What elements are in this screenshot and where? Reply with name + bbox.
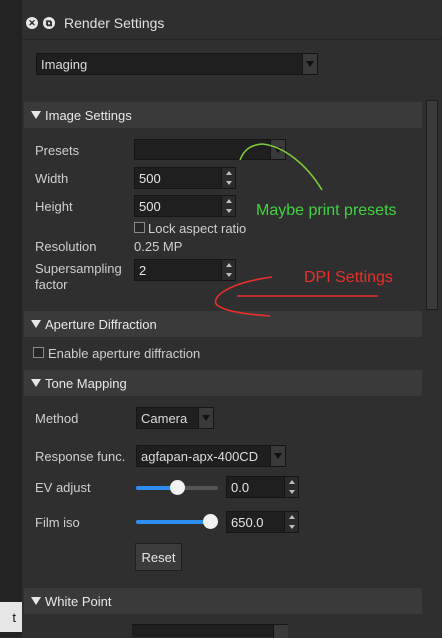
collapse-triangle-icon [31,111,41,119]
chevron-down-icon [270,140,285,159]
method-label: Method [35,411,79,426]
width-label: Width [35,171,69,186]
lock-aspect-label[interactable]: Lock aspect ratio [148,221,246,236]
height-spinbox[interactable]: 500 [134,195,236,217]
slider-fill [136,520,210,524]
presets-annotation-note: Maybe print presets [256,202,397,219]
collapse-triangle-icon [31,597,41,605]
supersampling-label-line2: factor [35,277,68,292]
response-func-select[interactable]: agfapan-apx-400CD [136,445,286,467]
film-iso-slider[interactable] [136,514,218,529]
method-select[interactable]: Camera [136,407,214,429]
supersampling-spinbox[interactable]: 2 [134,259,236,281]
width-spinbox[interactable]: 500 [134,167,236,189]
ev-adjust-value: 0.0 [231,479,250,495]
section-title: White Point [45,593,112,609]
response-func-label: Response func. [35,449,126,464]
window-title: Render Settings [64,15,165,31]
section-aperture-diffraction[interactable]: Aperture Diffraction [24,311,422,337]
resolution-label: Resolution [35,239,97,254]
film-iso-label: Film iso [35,515,80,530]
lock-aspect-checkbox[interactable] [134,222,145,233]
section-title: Aperture Diffraction [45,316,157,332]
mode-select-value: Imaging [41,56,88,72]
section-image-settings[interactable]: Image Settings [24,102,422,128]
section-title: Image Settings [45,107,132,123]
background-window-strip [0,0,22,637]
height-label: Height [35,199,73,214]
spin-arrows-icon[interactable] [221,196,235,216]
close-icon[interactable]: ✕ [26,17,38,29]
resolution-value: 0.25 MP [134,239,183,254]
chevron-down-icon [302,54,317,74]
presets-label: Presets [35,143,80,158]
spin-arrows-icon[interactable] [284,477,298,497]
supersampling-value: 2 [139,262,147,278]
vertical-scrollbar[interactable] [426,100,438,310]
collapse-triangle-icon [31,320,41,328]
slider-handle[interactable] [203,514,218,529]
title-bar: ✕ ⧉ Render Settings [22,8,442,38]
section-title: Tone Mapping [45,375,127,391]
section-tone-mapping[interactable]: Tone Mapping [24,370,422,396]
height-value: 500 [139,198,161,214]
collapse-triangle-icon [31,379,41,387]
background-window-button[interactable]: t [0,602,22,632]
reset-button[interactable]: Reset [135,543,182,571]
render-settings-window: ✕ ⧉ Render Settings Imaging Image Settin… [22,0,442,638]
response-func-value: agfapan-apx-400CD [141,448,259,464]
spin-arrows-icon[interactable] [284,512,298,532]
slider-handle[interactable] [170,480,185,495]
chevron-down-icon [270,446,285,466]
width-value: 500 [139,170,161,186]
spin-arrows-icon[interactable] [221,260,235,280]
enable-aperture-label[interactable]: Enable aperture diffraction [48,346,200,361]
ev-adjust-label: EV adjust [35,480,91,495]
white-point-select-partial[interactable] [132,624,288,638]
mode-select[interactable]: Imaging [36,53,318,75]
dpi-annotation-note: DPI Settings [304,269,393,286]
enable-aperture-checkbox[interactable] [33,347,44,358]
film-iso-value: 650.0 [231,514,264,530]
float-window-icon[interactable]: ⧉ [43,17,55,29]
section-white-point[interactable]: White Point [24,588,422,614]
presets-select[interactable] [134,139,286,160]
film-iso-spinbox[interactable]: 650.0 [226,511,299,533]
ev-adjust-spinbox[interactable]: 0.0 [226,476,299,498]
spin-arrows-icon[interactable] [221,168,235,188]
title-divider [22,39,442,40]
supersampling-label: Supersampling [35,261,122,276]
chevron-down-icon [198,408,213,428]
ev-adjust-slider[interactable] [136,480,218,495]
method-value: Camera [141,410,188,426]
